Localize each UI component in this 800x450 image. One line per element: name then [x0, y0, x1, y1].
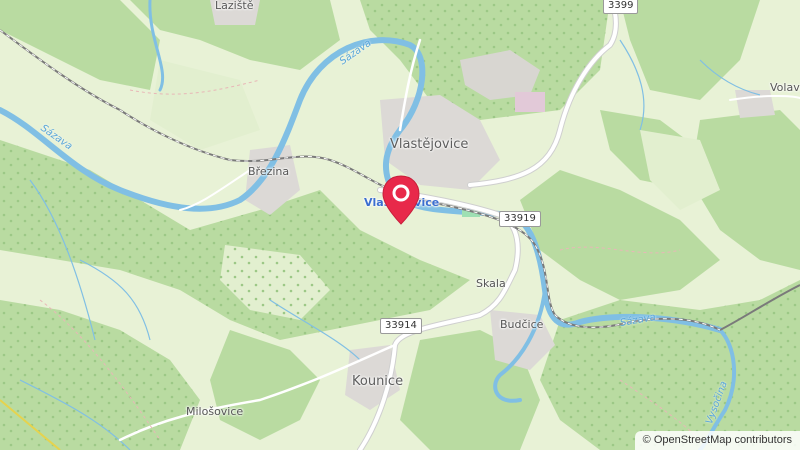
location-pin-icon[interactable]	[381, 174, 421, 226]
road-shield-33914: 33914	[380, 318, 422, 334]
label-brezina: Březina	[248, 165, 290, 178]
label-vlastejovice: Vlastějovice	[390, 137, 469, 152]
road-shield-33919: 33919	[499, 211, 541, 227]
label-milosovice: Milošovice	[186, 405, 244, 418]
road-shield-3399: 3399	[603, 0, 639, 14]
label-skala: Skala	[476, 277, 506, 290]
map-attribution[interactable]: © OpenStreetMap contributors	[634, 431, 800, 450]
label-kounice: Kounice	[352, 374, 404, 389]
label-budcice: Budčice	[500, 318, 544, 331]
industrial-area	[515, 92, 545, 112]
label-laziste: Laziště	[215, 0, 254, 12]
label-volava: Volava	[770, 81, 800, 94]
